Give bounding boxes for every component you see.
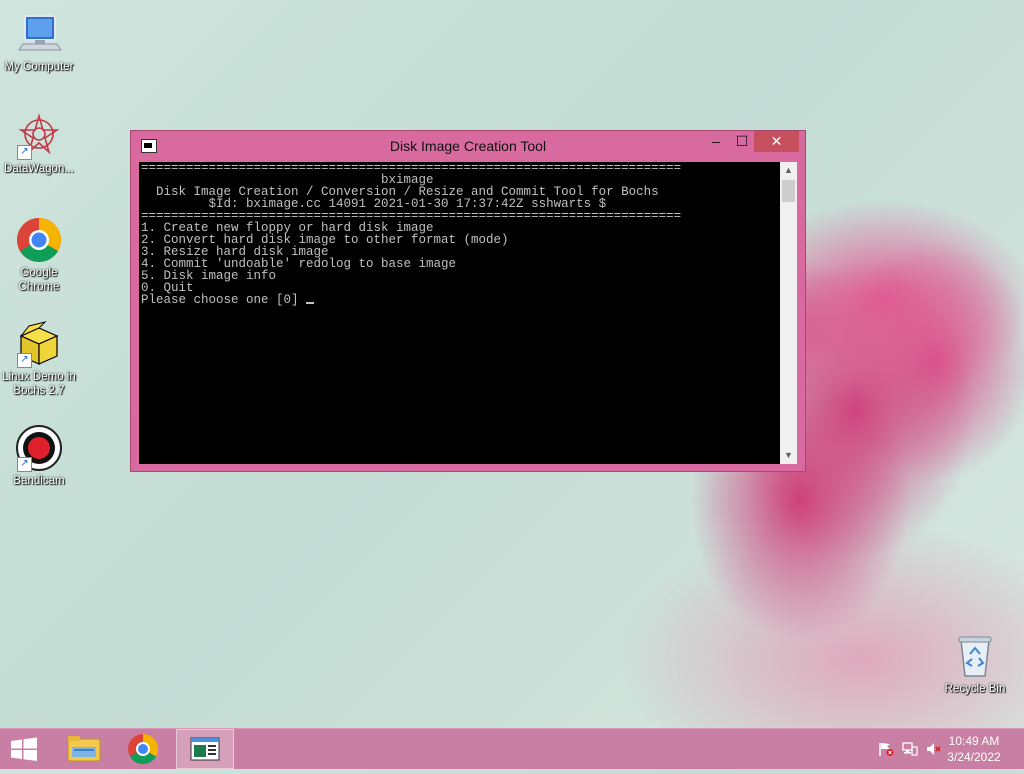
- clock-date: 3/24/2022: [947, 750, 1001, 764]
- shortcut-arrow-icon: ↗: [17, 457, 32, 472]
- desktop-icon-google-chrome[interactable]: Google Chrome: [0, 216, 78, 294]
- text-cursor: [306, 302, 315, 304]
- desktop-icon-label: Linux Demo in Bochs 2.7: [2, 371, 76, 397]
- window-titlebar[interactable]: Disk Image Creation Tool – ☐ ✕: [131, 131, 805, 161]
- datawagon-icon: ↗: [15, 112, 63, 160]
- desktop-icon-label: Bandicam: [13, 475, 65, 487]
- vertical-scrollbar[interactable]: ▲ ▼: [780, 162, 797, 464]
- system-tray: 10:49 AM 3/24/2022: [864, 729, 1024, 769]
- chrome-icon: [128, 734, 159, 765]
- maximize-button[interactable]: ☐: [729, 131, 755, 152]
- taskbar-clock[interactable]: 10:49 AM 3/24/2022: [942, 733, 1006, 765]
- minimize-button[interactable]: –: [703, 131, 729, 152]
- console-prompt: Please choose one [0]: [141, 293, 307, 307]
- close-button[interactable]: ✕: [754, 131, 799, 152]
- chrome-icon: [15, 216, 63, 264]
- scroll-up-arrow-icon[interactable]: ▲: [780, 162, 797, 179]
- desktop-icon-recycle-bin[interactable]: Recycle Bin: [936, 632, 1014, 696]
- computer-icon: [15, 10, 63, 58]
- console-prompt-line[interactable]: Please choose one [0]: [139, 294, 780, 306]
- taskbar: 10:49 AM 3/24/2022: [0, 728, 1024, 769]
- desktop-icon-label: My Computer: [4, 61, 74, 73]
- scroll-thumb[interactable]: [782, 180, 795, 202]
- start-button[interactable]: [0, 729, 48, 769]
- desktop-icon-my-computer[interactable]: My Computer: [0, 10, 78, 74]
- console-line: 5. Disk image info: [141, 269, 277, 283]
- taskbar-disk-image-tool[interactable]: [176, 729, 234, 769]
- windows-start-icon: [11, 737, 37, 761]
- taskbar-google-chrome[interactable]: [115, 729, 171, 769]
- shortcut-arrow-icon: ↗: [17, 353, 32, 368]
- desktop-icon-datawagon[interactable]: ↗ DataWagon...: [0, 112, 78, 176]
- console-output[interactable]: ========================================…: [139, 162, 780, 464]
- file-explorer-icon: [67, 736, 101, 762]
- desktop-icon-label: Recycle Bin: [944, 683, 1006, 695]
- desktop-icon-label: DataWagon...: [4, 163, 74, 175]
- shortcut-arrow-icon: ↗: [17, 145, 32, 160]
- console-window-icon: [190, 737, 220, 761]
- volume-muted-icon[interactable]: [926, 742, 942, 756]
- clock-time: 10:49 AM: [948, 734, 1000, 748]
- disk-image-tool-window[interactable]: Disk Image Creation Tool – ☐ ✕ =========…: [130, 130, 806, 472]
- package-box-icon: ↗: [15, 320, 63, 368]
- recycle-bin-icon: [951, 632, 999, 680]
- desktop-icon-label: Google Chrome: [18, 267, 60, 293]
- desktop-icon-linux-demo-bochs[interactable]: ↗ Linux Demo in Bochs 2.7: [0, 320, 78, 398]
- network-icon[interactable]: [902, 742, 918, 756]
- action-center-flag-icon[interactable]: [878, 742, 894, 756]
- scroll-down-arrow-icon[interactable]: ▼: [780, 447, 797, 464]
- record-icon: ↗: [15, 424, 63, 472]
- taskbar-file-explorer[interactable]: [56, 729, 112, 769]
- desktop-icon-bandicam[interactable]: ↗ Bandicam: [0, 424, 78, 488]
